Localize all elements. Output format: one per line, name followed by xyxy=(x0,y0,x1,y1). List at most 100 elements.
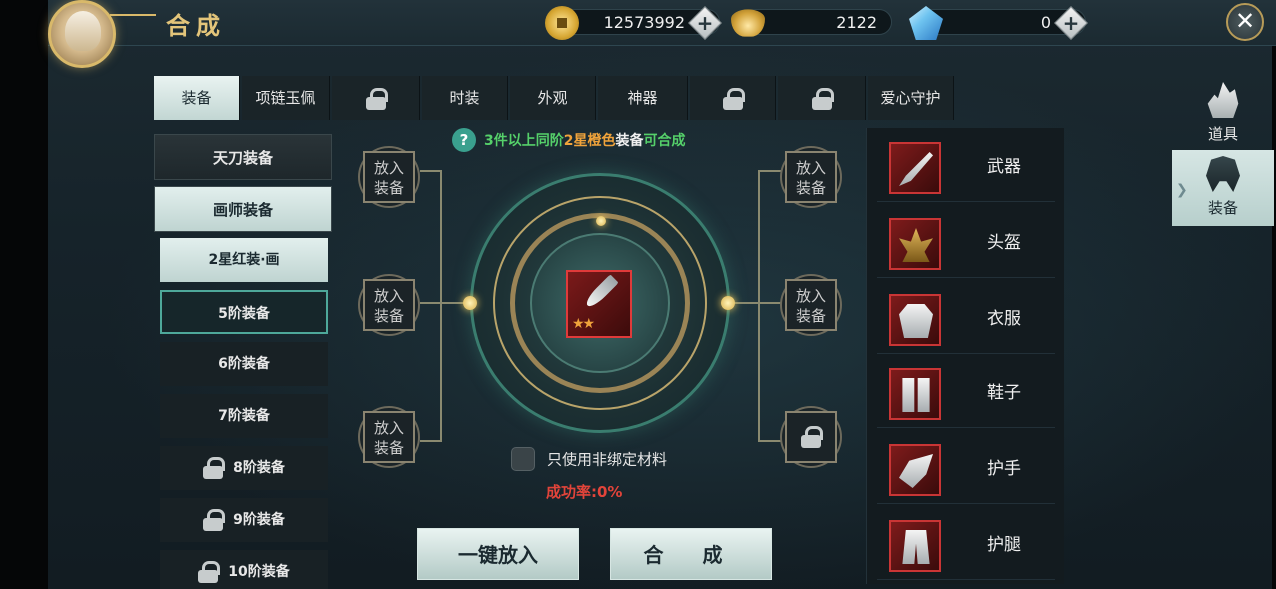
ring-node-top xyxy=(596,216,606,226)
material-slot-locked[interactable] xyxy=(780,406,842,468)
item-thumbnail xyxy=(889,142,941,194)
close-button[interactable]: ✕ xyxy=(1226,3,1264,41)
ring-node-left xyxy=(463,296,477,310)
auto-fill-button[interactable]: 一键放入 xyxy=(417,528,579,580)
side-tab-items[interactable]: 道具 xyxy=(1172,76,1274,152)
lock-icon xyxy=(198,561,221,583)
coin-icon xyxy=(545,6,579,40)
slot-label: 装备 xyxy=(795,179,826,197)
diamond-amount: 0 xyxy=(1040,13,1051,32)
lock-icon xyxy=(811,87,834,110)
close-icon: ✕ xyxy=(1234,7,1256,35)
slot-frame: 放入 装备 xyxy=(363,151,415,203)
equipment-item-gloves[interactable]: 护手 xyxy=(877,434,1055,504)
list-item-tier-7[interactable]: 7阶装备 xyxy=(160,394,328,438)
slot-label: 放入 xyxy=(373,419,404,437)
list-item-tiandao[interactable]: 天刀装备 xyxy=(154,134,332,180)
list-item-tier-6[interactable]: 6阶装备 xyxy=(160,342,328,386)
equipment-item-helmet[interactable]: 头盔 xyxy=(877,208,1055,278)
craft-button[interactable]: 合 成 xyxy=(610,528,772,580)
plus-icon: + xyxy=(696,11,714,35)
item-name: 武器 xyxy=(987,157,1021,177)
slot-label: 放入 xyxy=(373,159,404,177)
tab-appearance[interactable]: 外观 xyxy=(510,76,596,120)
slot-label: 装备 xyxy=(373,307,404,325)
side-tab-equipment[interactable]: ❯ 装备 xyxy=(1172,150,1274,226)
result-item-slot[interactable]: ★★ xyxy=(566,270,632,338)
hint-result: 可合成 xyxy=(643,133,686,149)
slot-frame xyxy=(785,411,837,463)
avatar-portrait xyxy=(65,11,101,51)
list-item-painter[interactable]: 画师装备 xyxy=(154,186,332,232)
slot-frame: 放入 装备 xyxy=(785,151,837,203)
ingot-currency: 2122 xyxy=(731,9,892,37)
plus-icon: + xyxy=(1062,11,1080,35)
non-bound-checkbox[interactable] xyxy=(511,447,535,471)
hint-count: 3件以上同阶 xyxy=(484,133,564,149)
equipment-item-shoes[interactable]: 鞋子 xyxy=(877,358,1055,428)
slot-label: 装备 xyxy=(373,179,404,197)
item-name: 衣服 xyxy=(987,309,1021,329)
tab-fashion[interactable]: 时装 xyxy=(422,76,508,120)
material-slot-5[interactable]: 放入 装备 xyxy=(780,274,842,336)
connector-line xyxy=(758,170,760,442)
help-icon[interactable]: ? xyxy=(452,128,476,152)
page-title: 合成 xyxy=(166,11,226,40)
synthesis-hint: ? 3件以上同阶2星橙色装备可合成 xyxy=(452,128,686,152)
list-item-tier-8[interactable]: 8阶装备 xyxy=(160,446,328,490)
clothes-icon xyxy=(899,304,933,338)
item-thumbnail xyxy=(889,520,941,572)
list-item-2star-red[interactable]: 2星红装·画 xyxy=(160,238,328,282)
item-thumbnail xyxy=(889,218,941,270)
title-decoration xyxy=(110,14,156,16)
equipment-type-list: 武器 头盔 衣服 鞋子 护手 护腿 xyxy=(866,128,1064,584)
lock-icon xyxy=(203,457,226,479)
helmet-icon xyxy=(1206,156,1240,192)
non-bound-option[interactable]: 只使用非绑定材料 xyxy=(511,447,667,471)
player-avatar[interactable] xyxy=(48,0,116,68)
tab-locked-3[interactable] xyxy=(778,76,866,120)
list-item-tier-5[interactable]: 5阶装备 xyxy=(160,290,328,334)
weapon-icon xyxy=(899,152,933,186)
item-name: 鞋子 xyxy=(987,383,1021,403)
equipment-item-leg-guard[interactable]: 护腿 xyxy=(877,510,1055,580)
gold-ingot-icon xyxy=(731,9,765,37)
tab-love-guard[interactable]: 爱心守护 xyxy=(868,76,954,120)
tab-artifact[interactable]: 神器 xyxy=(598,76,688,120)
tab-necklace-jade[interactable]: 项链玉佩 xyxy=(242,76,330,120)
coin-currency: 12573992 + xyxy=(545,6,722,40)
leg-guard-icon xyxy=(902,530,930,564)
list-item-tier-9[interactable]: 9阶装备 xyxy=(160,498,328,542)
side-tab-label: 道具 xyxy=(1207,125,1238,143)
side-tab-label: 装备 xyxy=(1207,199,1238,217)
connector-line xyxy=(420,170,442,172)
chevron-left-icon: ❯ xyxy=(1176,182,1188,198)
material-slot-4[interactable]: 放入 装备 xyxy=(780,146,842,208)
list-item-label: 10阶装备 xyxy=(228,564,290,580)
success-rate: 成功率:0% xyxy=(546,483,623,501)
slot-label: 装备 xyxy=(373,439,404,457)
tab-locked-1[interactable] xyxy=(332,76,420,120)
connector-line xyxy=(730,302,784,304)
left-letterbox xyxy=(0,0,48,589)
lock-icon xyxy=(365,87,388,110)
list-item-tier-10[interactable]: 10阶装备 xyxy=(160,550,328,589)
lock-icon xyxy=(801,426,823,448)
material-slot-2[interactable]: 放入 装备 xyxy=(358,274,420,336)
list-item-label: 8阶装备 xyxy=(233,460,285,476)
equipment-item-clothes[interactable]: 衣服 xyxy=(877,284,1055,354)
synthesis-screen: 合成 12573992 + 2122 0 + ✕ 道具 ❯ 装备 装备 项链玉佩… xyxy=(0,0,1276,589)
connector-line xyxy=(420,440,442,442)
coin-amount: 12573992 xyxy=(603,13,685,32)
material-slot-1[interactable]: 放入 装备 xyxy=(358,146,420,208)
tab-locked-2[interactable] xyxy=(690,76,776,120)
lock-icon xyxy=(722,87,745,110)
equipment-item-weapon[interactable]: 武器 xyxy=(877,132,1055,202)
weapon-icon xyxy=(583,274,619,310)
gloves-icon xyxy=(899,454,933,488)
hint-equip: 装备 xyxy=(615,133,644,149)
slot-label: 放入 xyxy=(795,159,826,177)
diamond-currency: 0 + xyxy=(909,6,1088,40)
material-slot-3[interactable]: 放入 装备 xyxy=(358,406,420,468)
tab-equipment[interactable]: 装备 xyxy=(154,76,240,120)
